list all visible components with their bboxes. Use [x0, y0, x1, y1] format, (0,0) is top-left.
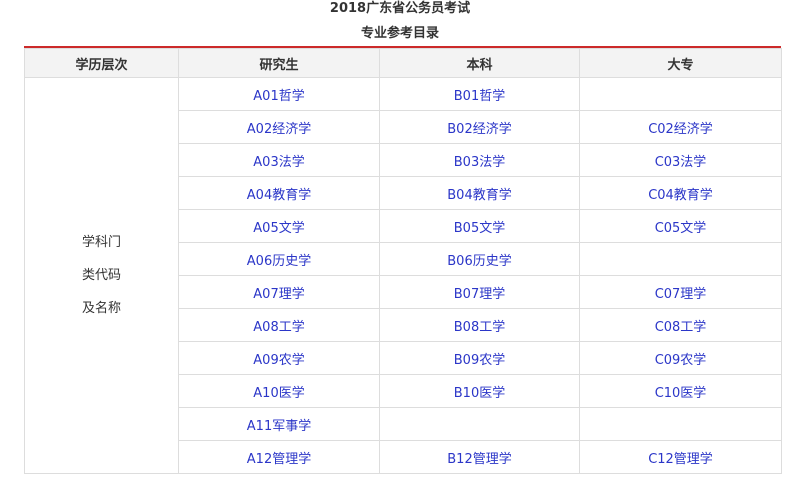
college-category-cell[interactable] [579, 242, 782, 276]
college-category-cell[interactable]: C04教育学 [579, 176, 782, 210]
graduate-category-cell[interactable]: A02经济学 [178, 110, 380, 144]
undergraduate-category-cell[interactable]: B09农学 [379, 341, 580, 375]
graduate-category-cell[interactable]: A03法学 [178, 143, 380, 177]
row-label-line: 及名称 [81, 301, 121, 316]
college-category-cell[interactable]: C09农学 [579, 341, 782, 375]
graduate-category-cell[interactable]: A08工学 [178, 308, 380, 342]
college-category-cell[interactable] [579, 407, 782, 441]
graduate-category-cell[interactable]: A04教育学 [178, 176, 380, 210]
undergraduate-category-cell[interactable]: B02经济学 [379, 110, 580, 144]
graduate-category-cell[interactable]: A05文学 [178, 209, 380, 243]
college-category-cell[interactable]: C05文学 [579, 209, 782, 243]
row-label-discipline: 学科门 类代码 及名称 [24, 77, 179, 474]
undergraduate-category-cell[interactable]: B08工学 [379, 308, 580, 342]
graduate-category-cell[interactable]: A10医学 [178, 374, 380, 408]
college-category-cell[interactable]: C10医学 [579, 374, 782, 408]
college-category-cell[interactable]: C08工学 [579, 308, 782, 342]
undergraduate-category-cell[interactable]: B05文学 [379, 209, 580, 243]
undergraduate-category-cell[interactable]: B01哲学 [379, 77, 580, 111]
row-label-line: 学科门 [81, 235, 121, 250]
undergraduate-category-cell[interactable]: B12管理学 [379, 440, 580, 474]
table-header-row: 学历层次 研究生 本科 大专 [24, 48, 782, 78]
college-category-cell[interactable] [579, 77, 782, 111]
table-row: 学科门 类代码 及名称 A01哲学 B01哲学 [24, 77, 782, 474]
undergraduate-category-cell[interactable]: B04教育学 [379, 176, 580, 210]
major-catalog-table: 学历层次 研究生 本科 大专 学科门 类代码 及名称 A01哲学 B01哲学 A… [24, 48, 782, 474]
graduate-category-cell[interactable]: A12管理学 [178, 440, 380, 474]
header-education-level: 学历层次 [24, 48, 179, 78]
graduate-category-cell[interactable]: A11军事学 [178, 407, 380, 441]
header-graduate: 研究生 [178, 48, 380, 78]
undergraduate-category-cell[interactable] [379, 407, 580, 441]
undergraduate-category-cell[interactable]: B06历史学 [379, 242, 580, 276]
graduate-category-cell[interactable]: A09农学 [178, 341, 380, 375]
college-category-cell[interactable]: C02经济学 [579, 110, 782, 144]
undergraduate-category-cell[interactable]: B03法学 [379, 143, 580, 177]
table-caption: 专业参考目录 [360, 26, 439, 41]
graduate-category-cell[interactable]: A06历史学 [178, 242, 380, 276]
header-junior-college: 大专 [579, 48, 782, 78]
header-undergraduate: 本科 [379, 48, 580, 78]
row-label-line: 类代码 [81, 268, 121, 283]
college-category-cell[interactable]: C07理学 [579, 275, 782, 309]
graduate-category-cell[interactable]: A07理学 [178, 275, 380, 309]
college-category-cell[interactable]: C12管理学 [579, 440, 782, 474]
page-title: 2018广东省公务员考试 [329, 1, 471, 16]
undergraduate-category-cell[interactable]: B07理学 [379, 275, 580, 309]
graduate-category-cell[interactable]: A01哲学 [178, 77, 380, 111]
undergraduate-category-cell[interactable]: B10医学 [379, 374, 580, 408]
college-category-cell[interactable]: C03法学 [579, 143, 782, 177]
